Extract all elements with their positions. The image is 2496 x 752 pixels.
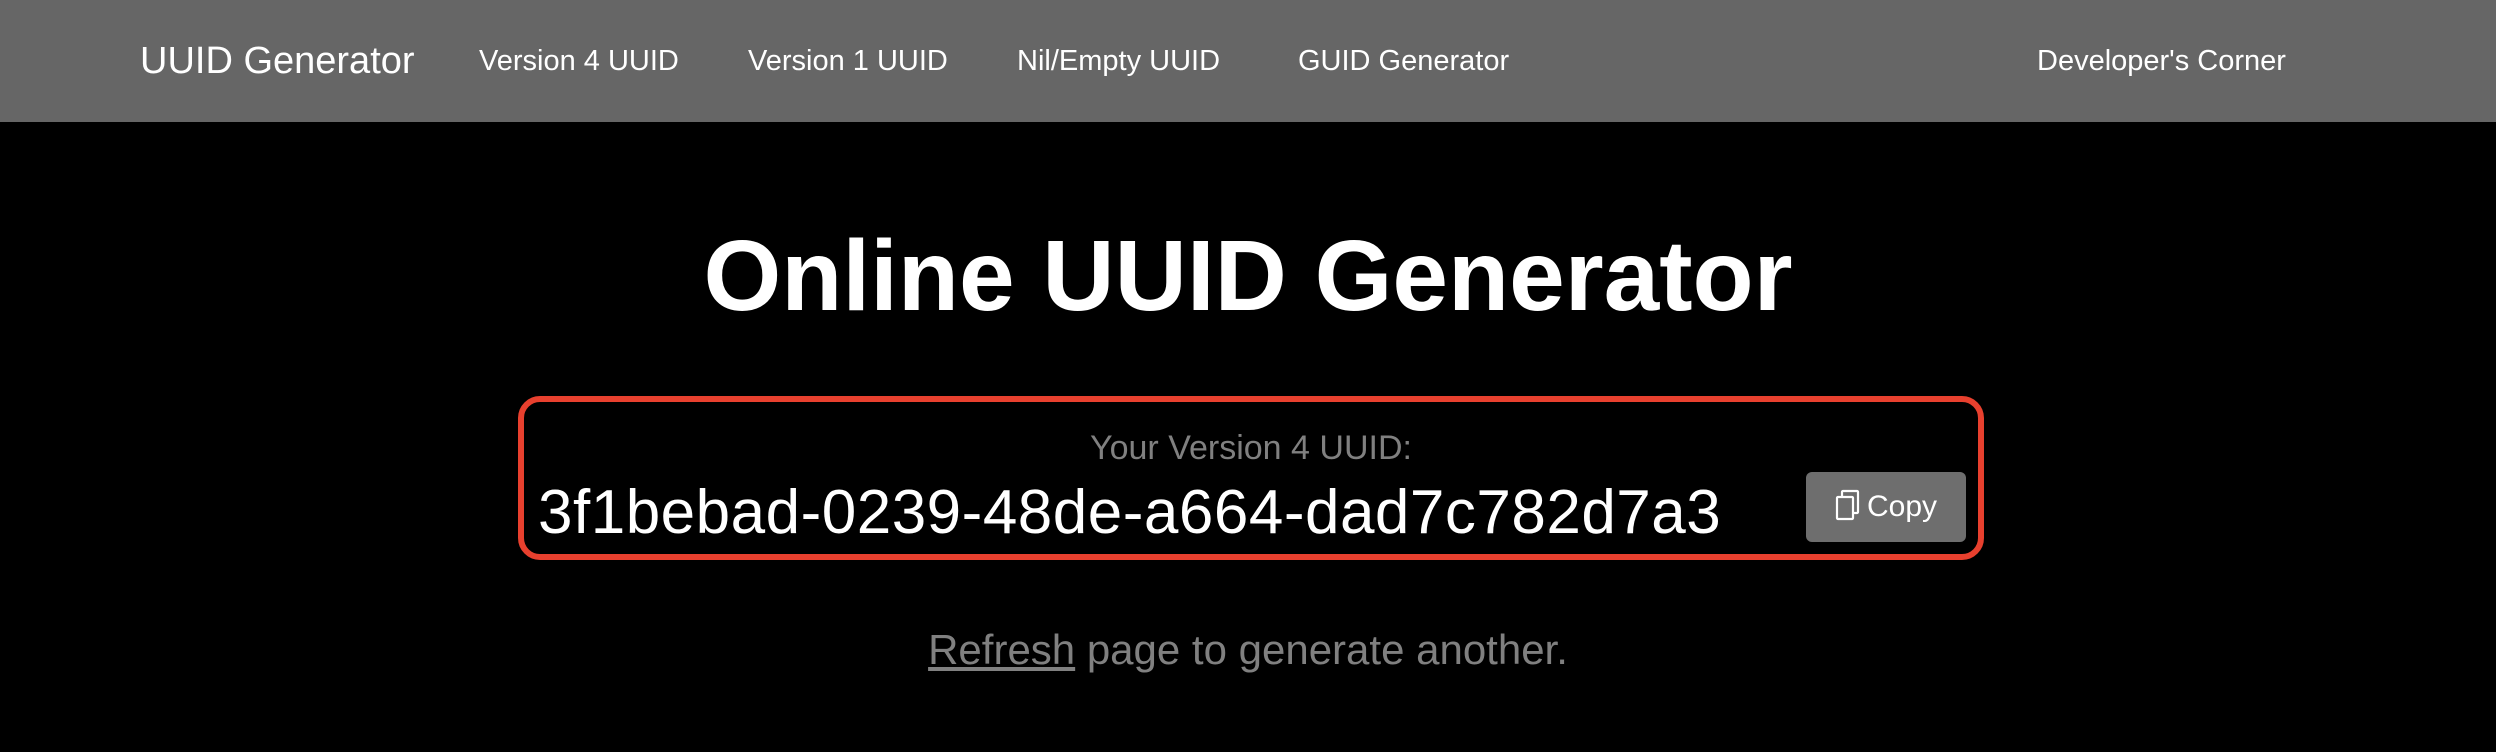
- brand-link[interactable]: UUID Generator: [140, 0, 415, 122]
- nav-link-version-1-uuid[interactable]: Version 1 UUID: [748, 0, 948, 122]
- refresh-text: Refresh page to generate another.: [0, 624, 2496, 676]
- nav-link-guid-generator[interactable]: GUID Generator: [1298, 0, 1509, 122]
- copy-icon: [1835, 489, 1860, 521]
- uuid-box: Your Version 4 UUID: 3f1bebad-0239-48de-…: [518, 396, 1984, 560]
- uuid-label: Your Version 4 UUID:: [1090, 429, 1412, 467]
- copy-button[interactable]: Copy: [1806, 472, 1966, 542]
- copy-button-label: Copy: [1866, 490, 1938, 523]
- page-title: Online UUID Generator: [703, 220, 1793, 332]
- nav-link-version-4-uuid[interactable]: Version 4 UUID: [479, 0, 679, 122]
- nav-link-developers-corner[interactable]: Developer's Corner: [2037, 0, 2286, 122]
- uuid-value[interactable]: 3f1bebad-0239-48de-a664-dad7c782d7a3: [538, 476, 1768, 550]
- refresh-suffix: page to generate another.: [1075, 626, 1568, 673]
- navbar: UUID Generator Version 4 UUID Version 1 …: [0, 0, 2496, 122]
- refresh-link[interactable]: Refresh: [928, 626, 1075, 673]
- nav-link-nil-empty-uuid[interactable]: Nil/Empty UUID: [1017, 0, 1220, 122]
